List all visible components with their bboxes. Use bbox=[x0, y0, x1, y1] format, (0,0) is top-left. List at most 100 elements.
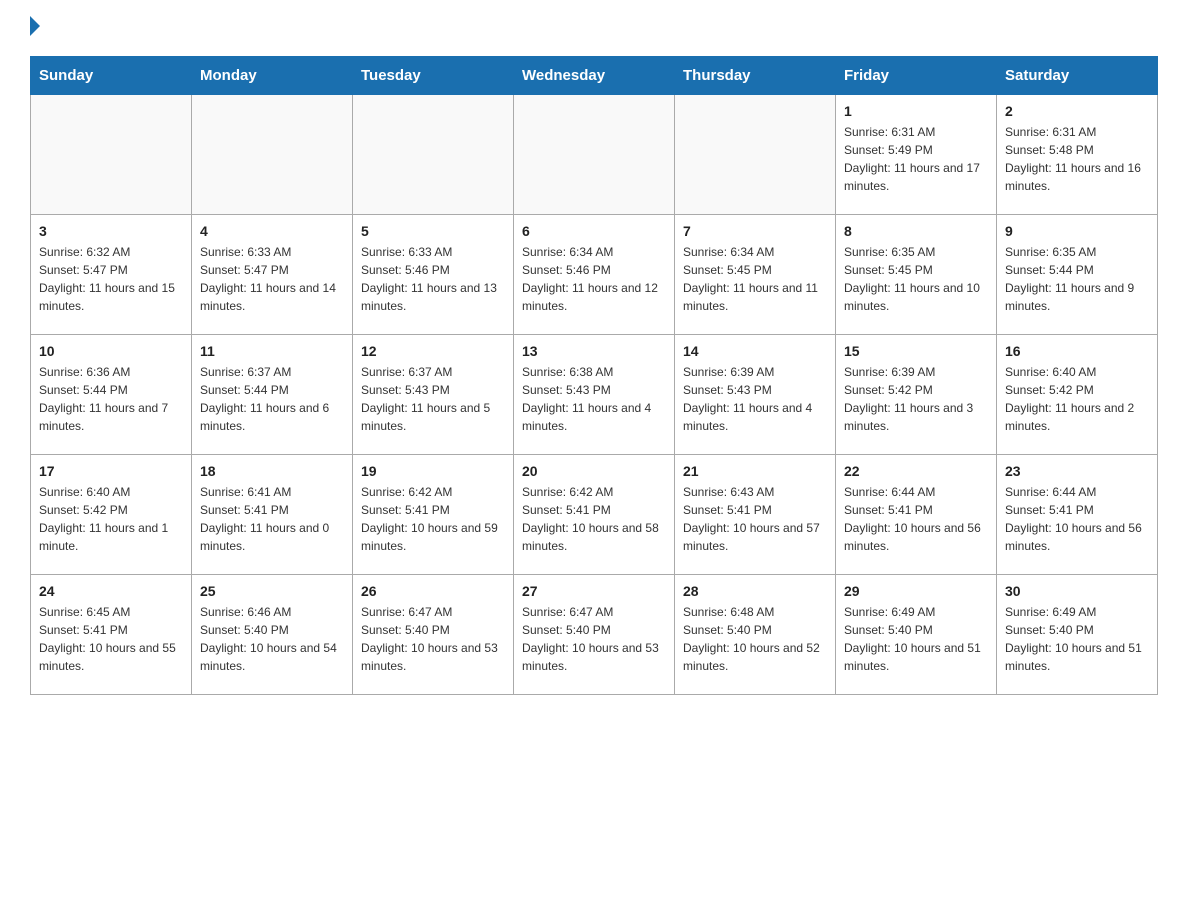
day-info: Sunrise: 6:47 AM Sunset: 5:40 PM Dayligh… bbox=[361, 603, 505, 675]
day-info: Sunrise: 6:45 AM Sunset: 5:41 PM Dayligh… bbox=[39, 603, 183, 675]
calendar-cell: 2 Sunrise: 6:31 AM Sunset: 5:48 PM Daylig… bbox=[997, 95, 1158, 215]
day-info: Sunrise: 6:37 AM Sunset: 5:44 PM Dayligh… bbox=[200, 363, 344, 435]
column-header-wednesday: Wednesday bbox=[514, 57, 675, 95]
column-header-saturday: Saturday bbox=[997, 57, 1158, 95]
day-info: Sunrise: 6:49 AM Sunset: 5:40 PM Dayligh… bbox=[1005, 603, 1149, 675]
day-number: 25 bbox=[200, 583, 344, 599]
calendar-cell: 11 Sunrise: 6:37 AM Sunset: 5:44 PM Dayli… bbox=[192, 335, 353, 455]
day-info: Sunrise: 6:34 AM Sunset: 5:46 PM Dayligh… bbox=[522, 243, 666, 315]
day-number: 2 bbox=[1005, 103, 1149, 119]
day-info: Sunrise: 6:35 AM Sunset: 5:45 PM Dayligh… bbox=[844, 243, 988, 315]
day-number: 13 bbox=[522, 343, 666, 359]
day-info: Sunrise: 6:36 AM Sunset: 5:44 PM Dayligh… bbox=[39, 363, 183, 435]
calendar-cell: 25 Sunrise: 6:46 AM Sunset: 5:40 PM Dayli… bbox=[192, 575, 353, 695]
day-info: Sunrise: 6:40 AM Sunset: 5:42 PM Dayligh… bbox=[39, 483, 183, 555]
column-header-tuesday: Tuesday bbox=[353, 57, 514, 95]
column-header-sunday: Sunday bbox=[31, 57, 192, 95]
day-number: 20 bbox=[522, 463, 666, 479]
calendar-cell: 23 Sunrise: 6:44 AM Sunset: 5:41 PM Dayli… bbox=[997, 455, 1158, 575]
day-info: Sunrise: 6:33 AM Sunset: 5:47 PM Dayligh… bbox=[200, 243, 344, 315]
calendar-cell: 19 Sunrise: 6:42 AM Sunset: 5:41 PM Dayli… bbox=[353, 455, 514, 575]
day-number: 16 bbox=[1005, 343, 1149, 359]
day-info: Sunrise: 6:35 AM Sunset: 5:44 PM Dayligh… bbox=[1005, 243, 1149, 315]
column-header-thursday: Thursday bbox=[675, 57, 836, 95]
day-info: Sunrise: 6:49 AM Sunset: 5:40 PM Dayligh… bbox=[844, 603, 988, 675]
day-info: Sunrise: 6:44 AM Sunset: 5:41 PM Dayligh… bbox=[844, 483, 988, 555]
calendar-cell: 20 Sunrise: 6:42 AM Sunset: 5:41 PM Dayli… bbox=[514, 455, 675, 575]
day-info: Sunrise: 6:41 AM Sunset: 5:41 PM Dayligh… bbox=[200, 483, 344, 555]
calendar-cell: 12 Sunrise: 6:37 AM Sunset: 5:43 PM Dayli… bbox=[353, 335, 514, 455]
calendar-cell bbox=[514, 95, 675, 215]
calendar-cell: 1 Sunrise: 6:31 AM Sunset: 5:49 PM Daylig… bbox=[836, 95, 997, 215]
day-info: Sunrise: 6:42 AM Sunset: 5:41 PM Dayligh… bbox=[522, 483, 666, 555]
column-header-monday: Monday bbox=[192, 57, 353, 95]
day-number: 22 bbox=[844, 463, 988, 479]
day-info: Sunrise: 6:39 AM Sunset: 5:43 PM Dayligh… bbox=[683, 363, 827, 435]
day-info: Sunrise: 6:32 AM Sunset: 5:47 PM Dayligh… bbox=[39, 243, 183, 315]
calendar-cell: 16 Sunrise: 6:40 AM Sunset: 5:42 PM Dayli… bbox=[997, 335, 1158, 455]
calendar-cell bbox=[353, 95, 514, 215]
day-info: Sunrise: 6:34 AM Sunset: 5:45 PM Dayligh… bbox=[683, 243, 827, 315]
day-number: 23 bbox=[1005, 463, 1149, 479]
calendar-week-row: 17Sunrise: 6:40 AM Sunset: 5:42 PM Dayli… bbox=[31, 455, 1158, 575]
day-number: 6 bbox=[522, 223, 666, 239]
day-info: Sunrise: 6:48 AM Sunset: 5:40 PM Dayligh… bbox=[683, 603, 827, 675]
day-number: 9 bbox=[1005, 223, 1149, 239]
logo bbox=[30, 20, 40, 36]
day-info: Sunrise: 6:44 AM Sunset: 5:41 PM Dayligh… bbox=[1005, 483, 1149, 555]
day-number: 12 bbox=[361, 343, 505, 359]
calendar-cell: 27 Sunrise: 6:47 AM Sunset: 5:40 PM Dayli… bbox=[514, 575, 675, 695]
day-number: 5 bbox=[361, 223, 505, 239]
day-number: 21 bbox=[683, 463, 827, 479]
day-number: 11 bbox=[200, 343, 344, 359]
calendar-cell: 3 Sunrise: 6:32 AM Sunset: 5:47 PM Daylig… bbox=[31, 215, 192, 335]
calendar-cell: 18 Sunrise: 6:41 AM Sunset: 5:41 PM Dayli… bbox=[192, 455, 353, 575]
day-info: Sunrise: 6:39 AM Sunset: 5:42 PM Dayligh… bbox=[844, 363, 988, 435]
day-info: Sunrise: 6:31 AM Sunset: 5:48 PM Dayligh… bbox=[1005, 123, 1149, 195]
day-info: Sunrise: 6:42 AM Sunset: 5:41 PM Dayligh… bbox=[361, 483, 505, 555]
calendar-cell: 21 Sunrise: 6:43 AM Sunset: 5:41 PM Dayli… bbox=[675, 455, 836, 575]
day-number: 29 bbox=[844, 583, 988, 599]
calendar-table: SundayMondayTuesdayWednesdayThursdayFrid… bbox=[30, 56, 1158, 695]
calendar-cell: 7 Sunrise: 6:34 AM Sunset: 5:45 PM Daylig… bbox=[675, 215, 836, 335]
calendar-cell bbox=[192, 95, 353, 215]
calendar-cell: 15Sunrise: 6:39 AM Sunset: 5:42 PM Dayli… bbox=[836, 335, 997, 455]
day-number: 8 bbox=[844, 223, 988, 239]
day-number: 26 bbox=[361, 583, 505, 599]
calendar-cell: 24Sunrise: 6:45 AM Sunset: 5:41 PM Dayli… bbox=[31, 575, 192, 695]
calendar-cell: 26 Sunrise: 6:47 AM Sunset: 5:40 PM Dayli… bbox=[353, 575, 514, 695]
day-info: Sunrise: 6:37 AM Sunset: 5:43 PM Dayligh… bbox=[361, 363, 505, 435]
day-number: 28 bbox=[683, 583, 827, 599]
page-header bbox=[30, 20, 1158, 36]
day-number: 30 bbox=[1005, 583, 1149, 599]
day-info: Sunrise: 6:47 AM Sunset: 5:40 PM Dayligh… bbox=[522, 603, 666, 675]
day-number: 10 bbox=[39, 343, 183, 359]
calendar-week-row: 24Sunrise: 6:45 AM Sunset: 5:41 PM Dayli… bbox=[31, 575, 1158, 695]
calendar-cell: 22 Sunrise: 6:44 AM Sunset: 5:41 PM Dayli… bbox=[836, 455, 997, 575]
calendar-cell: 10 Sunrise: 6:36 AM Sunset: 5:44 PM Dayli… bbox=[31, 335, 192, 455]
column-header-friday: Friday bbox=[836, 57, 997, 95]
calendar-cell: 28 Sunrise: 6:48 AM Sunset: 5:40 PM Dayli… bbox=[675, 575, 836, 695]
day-number: 18 bbox=[200, 463, 344, 479]
day-number: 14 bbox=[683, 343, 827, 359]
day-number: 19 bbox=[361, 463, 505, 479]
day-info: Sunrise: 6:46 AM Sunset: 5:40 PM Dayligh… bbox=[200, 603, 344, 675]
calendar-cell: 8 Sunrise: 6:35 AM Sunset: 5:45 PM Daylig… bbox=[836, 215, 997, 335]
calendar-cell: 13 Sunrise: 6:38 AM Sunset: 5:43 PM Dayli… bbox=[514, 335, 675, 455]
day-number: 7 bbox=[683, 223, 827, 239]
day-info: Sunrise: 6:40 AM Sunset: 5:42 PM Dayligh… bbox=[1005, 363, 1149, 435]
calendar-cell: 17Sunrise: 6:40 AM Sunset: 5:42 PM Dayli… bbox=[31, 455, 192, 575]
calendar-cell: 29 Sunrise: 6:49 AM Sunset: 5:40 PM Dayli… bbox=[836, 575, 997, 695]
day-number: 4 bbox=[200, 223, 344, 239]
day-info: Sunrise: 6:31 AM Sunset: 5:49 PM Dayligh… bbox=[844, 123, 988, 195]
calendar-cell bbox=[31, 95, 192, 215]
calendar-header-row: SundayMondayTuesdayWednesdayThursdayFrid… bbox=[31, 57, 1158, 95]
day-info: Sunrise: 6:33 AM Sunset: 5:46 PM Dayligh… bbox=[361, 243, 505, 315]
day-number: 1 bbox=[844, 103, 988, 119]
calendar-cell: 6 Sunrise: 6:34 AM Sunset: 5:46 PM Daylig… bbox=[514, 215, 675, 335]
day-number: 27 bbox=[522, 583, 666, 599]
day-info: Sunrise: 6:43 AM Sunset: 5:41 PM Dayligh… bbox=[683, 483, 827, 555]
day-number: 3 bbox=[39, 223, 183, 239]
day-info: Sunrise: 6:38 AM Sunset: 5:43 PM Dayligh… bbox=[522, 363, 666, 435]
calendar-cell: 4 Sunrise: 6:33 AM Sunset: 5:47 PM Daylig… bbox=[192, 215, 353, 335]
